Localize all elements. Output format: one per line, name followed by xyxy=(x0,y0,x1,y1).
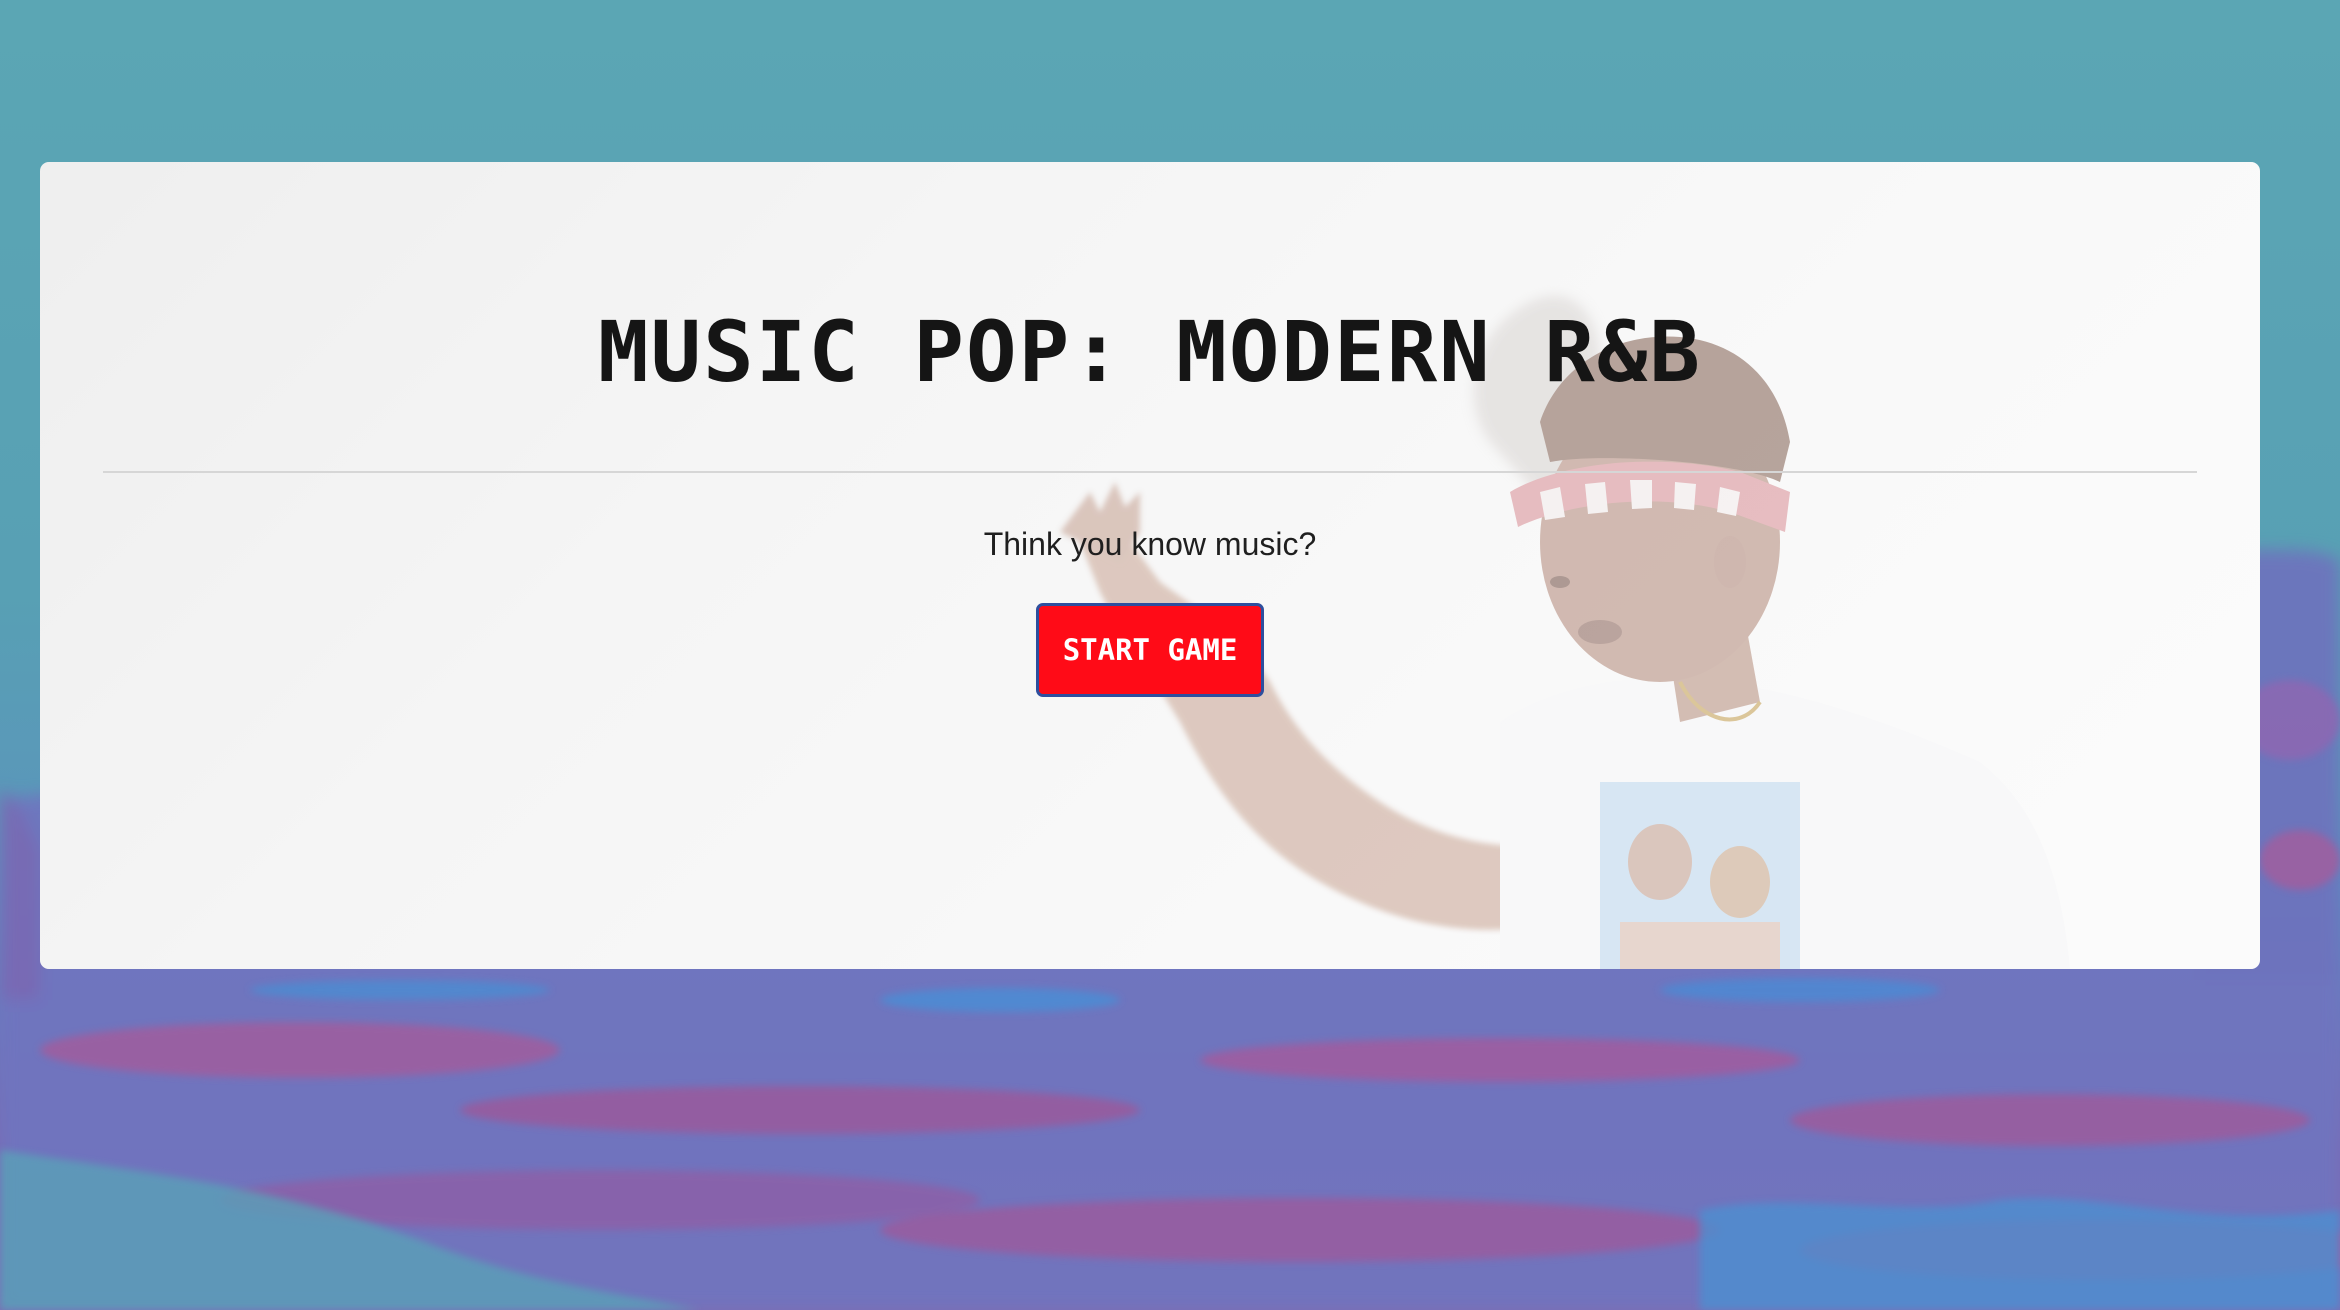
page-title: MUSIC POP: MODERN R&B xyxy=(597,303,1703,401)
start-game-button[interactable]: START GAME xyxy=(1036,603,1264,697)
jumbotron-card: MUSIC POP: MODERN R&B Think you know mus… xyxy=(40,162,2260,969)
tagline-text: Think you know music? xyxy=(983,526,1317,562)
title-divider xyxy=(103,471,2197,473)
jumbotron-content: MUSIC POP: MODERN R&B Think you know mus… xyxy=(40,162,2260,969)
